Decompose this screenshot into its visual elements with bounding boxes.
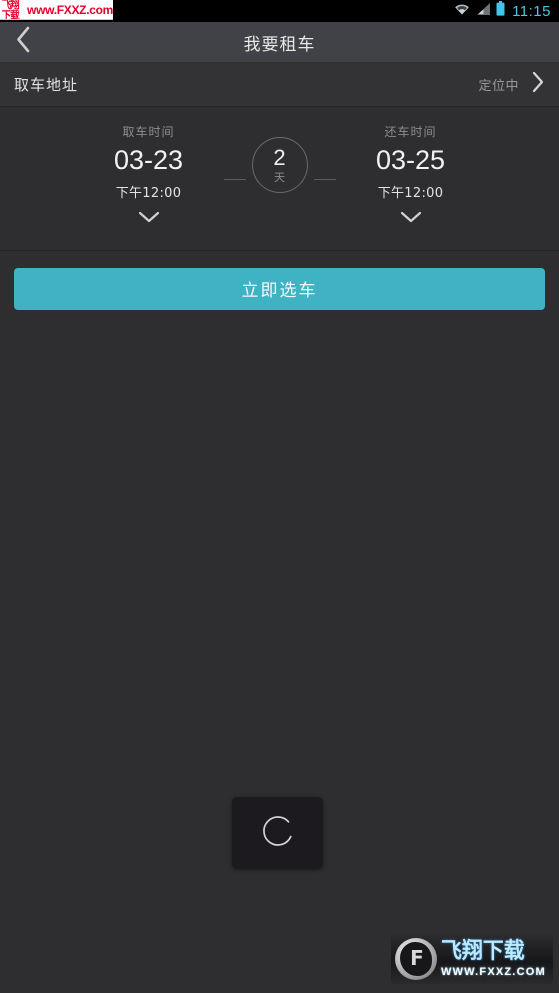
loading-dialog	[232, 797, 323, 869]
chevron-right-icon	[531, 71, 545, 98]
chevron-left-icon	[15, 26, 32, 58]
bottom-watermark-text: 飞翔下载 WWW.FXXZ.COM	[441, 938, 546, 978]
title-bar: 我要租车	[0, 22, 559, 63]
dropoff-time-value: 下午12:00	[377, 186, 444, 201]
pickup-address-label: 取车地址	[14, 76, 79, 94]
select-car-button[interactable]: 立即选车	[14, 267, 545, 310]
bottom-watermark-url: WWW.FXXZ.COM	[441, 965, 546, 978]
dropoff-date-selector[interactable]: 还车时间 03-25 下午12:00	[336, 107, 486, 228]
status-bar: 11:15 飞翔下载 www.FXXZ.com	[0, 0, 559, 22]
top-watermark: 飞翔下载 www.FXXZ.com	[0, 0, 113, 20]
cta-container: 立即选车	[0, 251, 559, 326]
signal-icon	[476, 2, 491, 21]
pickup-address-status: 定位中	[478, 79, 519, 94]
status-bar-icons	[453, 1, 505, 21]
app-screen: 11:15 飞翔下载 www.FXXZ.com 我要租车 取车地址 定位中 取车…	[0, 0, 559, 993]
duration-circle: 2 天	[251, 137, 308, 193]
pickup-time-value: 下午12:00	[115, 186, 182, 201]
wifi-icon	[453, 2, 471, 21]
duration-line-right	[313, 179, 336, 180]
fxxz-logo-letter: F	[410, 946, 424, 970]
pickup-date-value: 03-23	[113, 145, 184, 175]
bottom-watermark-cn: 飞翔下载	[441, 938, 525, 964]
pickup-date-caption: 取车时间	[122, 125, 175, 139]
pickup-date-selector[interactable]: 取车时间 03-23 下午12:00	[74, 107, 224, 228]
top-watermark-url: www.FXXZ.com	[27, 2, 113, 17]
bottom-watermark: F 飞翔下载 WWW.FXXZ.COM	[391, 934, 553, 984]
back-button[interactable]	[0, 22, 46, 62]
chevron-down-icon[interactable]	[400, 210, 422, 228]
pickup-address-row[interactable]: 取车地址 定位中	[0, 63, 559, 107]
date-picker-section: 取车时间 03-23 下午12:00 2 天 还车时间 03-25 下午12:0…	[0, 107, 559, 251]
duration-line-left	[223, 179, 246, 180]
status-bar-clock: 11:15	[512, 2, 551, 20]
fxxz-logo-icon: F	[395, 938, 437, 980]
chevron-down-icon[interactable]	[138, 210, 160, 228]
duration-days-count: 2	[273, 145, 286, 170]
page-title: 我要租车	[243, 34, 316, 55]
rental-duration: 2 天	[223, 107, 336, 193]
battery-icon	[496, 1, 505, 21]
dropoff-date-value: 03-25	[375, 145, 446, 175]
content-area	[0, 326, 559, 993]
dropoff-date-caption: 还车时间	[384, 125, 437, 139]
duration-days-unit: 天	[274, 171, 285, 184]
spinner-icon	[257, 812, 299, 854]
top-watermark-cn: 飞翔下载	[1, 0, 20, 20]
